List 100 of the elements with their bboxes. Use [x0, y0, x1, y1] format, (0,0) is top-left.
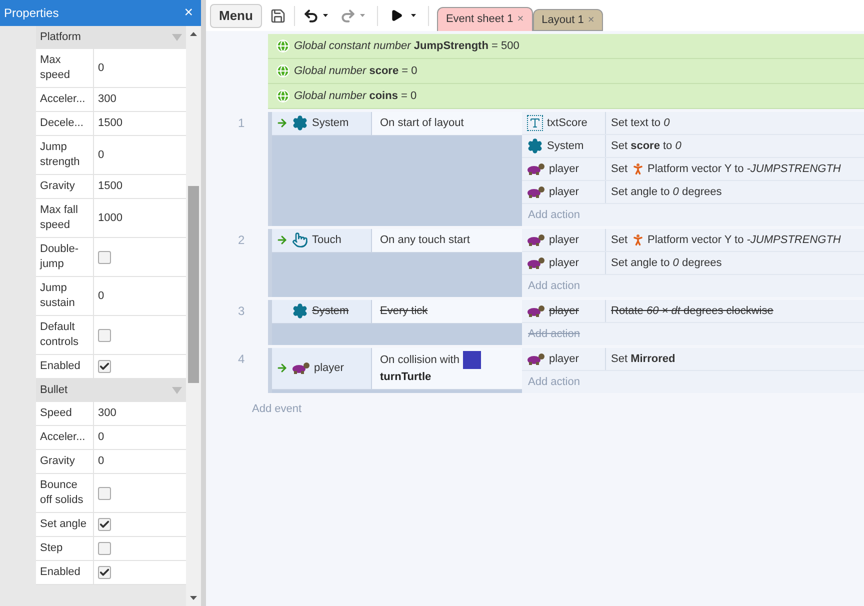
scrollbar[interactable]	[186, 26, 201, 606]
pointing-hand-icon	[292, 232, 308, 248]
global-variable-text: Global constant number JumpStrength = 500	[294, 38, 520, 54]
event-number: 2	[238, 232, 245, 249]
action-row[interactable]: player Set angle to 0 degrees	[522, 252, 864, 275]
action-verb: Set	[611, 232, 628, 248]
caret-icon[interactable]	[322, 14, 328, 17]
action-row[interactable]: System Set score to 0	[522, 135, 864, 158]
trigger-arrow-icon	[276, 362, 288, 374]
tab[interactable]: Layout 1 ×	[532, 9, 604, 31]
property-value[interactable]: 0	[98, 60, 104, 76]
action-row[interactable]: player Set angle to 0 degrees	[522, 181, 864, 204]
property-value[interactable]: 1500	[98, 178, 122, 195]
turtle-icon	[527, 305, 545, 317]
checkbox[interactable]	[98, 542, 111, 555]
person-icon	[630, 233, 645, 247]
tab[interactable]: Event sheet 1 ×	[436, 7, 533, 31]
condition-object[interactable]: player	[272, 348, 372, 388]
global-variable-row[interactable]: Global number coins = 0	[268, 84, 864, 109]
condition-text[interactable]: On collision with	[380, 352, 460, 368]
property-label: Enabled	[40, 565, 80, 580]
trigger-arrow-icon	[276, 117, 288, 130]
action-text: Set text to 0	[611, 116, 670, 131]
turtle-icon	[527, 234, 545, 246]
sprite-thumbnail-icon	[463, 351, 482, 369]
action-text: Rotate 60 × dt degrees clockwise	[611, 304, 774, 319]
group-header[interactable]: Bullet	[36, 379, 186, 402]
property-value[interactable]: 1000	[98, 210, 122, 226]
action-object: player	[549, 304, 579, 319]
action-object: player	[549, 184, 579, 200]
checkbox[interactable]	[98, 250, 111, 264]
redo-icon[interactable]	[340, 8, 356, 24]
turtle-icon	[292, 362, 310, 374]
play-icon[interactable]	[390, 9, 403, 22]
turtle-icon	[527, 257, 545, 269]
property-label: Gravity	[40, 454, 75, 469]
event-number: 3	[238, 303, 245, 320]
property-value[interactable]: 300	[98, 91, 116, 108]
event-number: 1	[238, 115, 245, 132]
property-value[interactable]: 0	[98, 453, 104, 470]
panel-title: Properties	[4, 5, 59, 22]
checkbox[interactable]	[98, 360, 111, 373]
checkbox[interactable]	[98, 486, 111, 500]
action-text: Set angle to 0 degrees	[611, 184, 722, 200]
gear-icon	[292, 115, 308, 132]
action-text: Set angle to 0 degrees	[611, 256, 722, 271]
property-label: Set angle	[40, 517, 86, 532]
condition-object[interactable]: Touch	[272, 229, 372, 252]
trigger-arrow-icon	[276, 234, 288, 246]
turtle-icon	[527, 186, 545, 198]
checkbox[interactable]	[98, 518, 111, 531]
event-block[interactable]: System On start of layout txtScore Set text to 0 System Set score to 0 player Set Platform vector Y to -JUMPSTRENGTH player Set angle to 0 degrees Add action	[268, 112, 864, 226]
property-value[interactable]: 0	[98, 288, 104, 304]
condition-object[interactable]: System	[272, 112, 372, 134]
property-label: Max fall speed	[40, 203, 79, 233]
action-row[interactable]: player Set Platform vector Y to -JUMPSTRENGTH	[522, 158, 864, 181]
action-object: player	[549, 352, 579, 367]
scrollbar-thumb[interactable]	[188, 186, 199, 383]
action-row[interactable]: txtScore Set text to 0	[522, 112, 864, 135]
person-icon	[630, 162, 645, 176]
action-row[interactable]: player Set Mirrored	[522, 348, 864, 371]
property-label: Acceler...	[40, 92, 86, 107]
condition-text[interactable]: On start of layout	[380, 115, 464, 132]
group-header[interactable]: Platform	[36, 26, 186, 49]
globe-icon	[276, 64, 290, 78]
event-block[interactable]: player On collision with turnTurtle player Set Mirrored Add action	[268, 348, 864, 393]
property-label: Max speed	[40, 53, 71, 83]
condition-text[interactable]: On any touch start	[380, 232, 470, 248]
checkbox[interactable]	[98, 566, 111, 579]
property-label: Jump strength	[40, 140, 81, 170]
property-label: Jump sustain	[40, 281, 76, 311]
close-button[interactable]: ×	[180, 2, 197, 24]
action-object: txtScore	[547, 116, 588, 131]
collapse-triangle-icon	[172, 34, 182, 41]
text-object-icon	[527, 115, 543, 131]
property-label: Acceler...	[40, 430, 86, 445]
event-block[interactable]: Touch On any touch start player Set Platform vector Y to -JUMPSTRENGTH player Set angle to 0 degrees Add action	[268, 229, 864, 297]
action-row[interactable]: player Set Platform vector Y to -JUMPSTRENGTH	[522, 229, 864, 252]
global-variable-row[interactable]: Global number score = 0	[268, 59, 864, 84]
property-label: Decele...	[40, 116, 84, 131]
checkbox[interactable]	[98, 328, 111, 342]
tab-label: Layout 1	[542, 12, 584, 28]
property-value[interactable]: 0	[98, 146, 104, 164]
property-label: Default controls	[40, 320, 80, 350]
property-label: Enabled	[40, 359, 80, 374]
scroll-up-icon	[190, 32, 197, 36]
property-value[interactable]: 1500	[98, 115, 122, 132]
property-value[interactable]: 300	[98, 405, 116, 422]
global-variable-row[interactable]: Global constant number JumpStrength = 500	[268, 34, 864, 59]
save-icon[interactable]	[270, 8, 286, 24]
menu-button[interactable]: Menu	[210, 4, 262, 28]
action-text: Set score to 0	[611, 138, 682, 154]
property-value[interactable]: 0	[98, 429, 104, 446]
action-verb: Set	[611, 162, 628, 177]
undo-icon[interactable]	[302, 8, 319, 24]
action-text: Platform vector Y to -JUMPSTRENGTH	[648, 162, 841, 177]
gear-icon	[292, 303, 308, 320]
action-text: Set Mirrored	[611, 352, 676, 367]
action-object: player	[549, 256, 579, 271]
caret-icon[interactable]	[410, 14, 416, 17]
